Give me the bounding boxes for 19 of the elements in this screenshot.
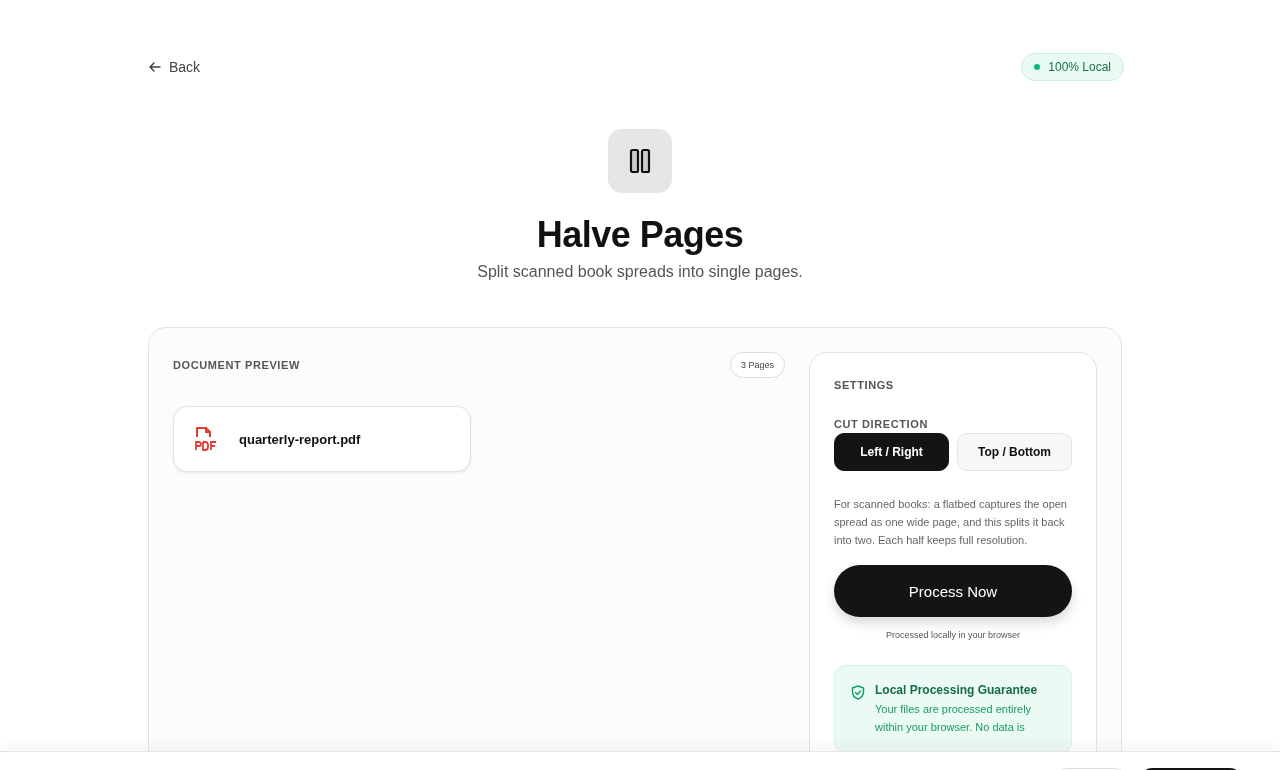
file-item[interactable]: quarterly-report.pdf [173,406,471,472]
settings-heading: SETTINGS [834,379,895,391]
description-text: For scanned books: a flatbed captures the open spread as one wide page, and this splits it back into two. Each half keeps full resolution. [834,497,1068,548]
process-button[interactable]: Process Now [834,565,1072,617]
back-link[interactable]: Back [148,59,201,75]
section-heading: DOCUMENT PREVIEW [173,359,300,371]
guarantee-title: Local Processing Guarantee [875,683,1039,697]
split-columns-icon [608,129,672,193]
page-count-badge: 3 Pages [729,352,785,378]
process-note: Processed locally in your browser [884,630,1022,640]
direction-option[interactable]: Left / Right [834,433,949,471]
guarantee-text: Your files are processed entirely within your browser. No data is [875,702,1033,735]
shield-check-icon [851,685,865,700]
direction-option[interactable]: Top / Bottom [957,433,1072,471]
page-subtitle: Split scanned book spreads into single pages. [477,263,803,281]
local-badge: 100% Local [1021,53,1124,81]
page-title: Halve Pages [536,213,744,257]
field-label: CUT DIRECTION [834,418,929,430]
back-arrow-icon [148,60,162,74]
